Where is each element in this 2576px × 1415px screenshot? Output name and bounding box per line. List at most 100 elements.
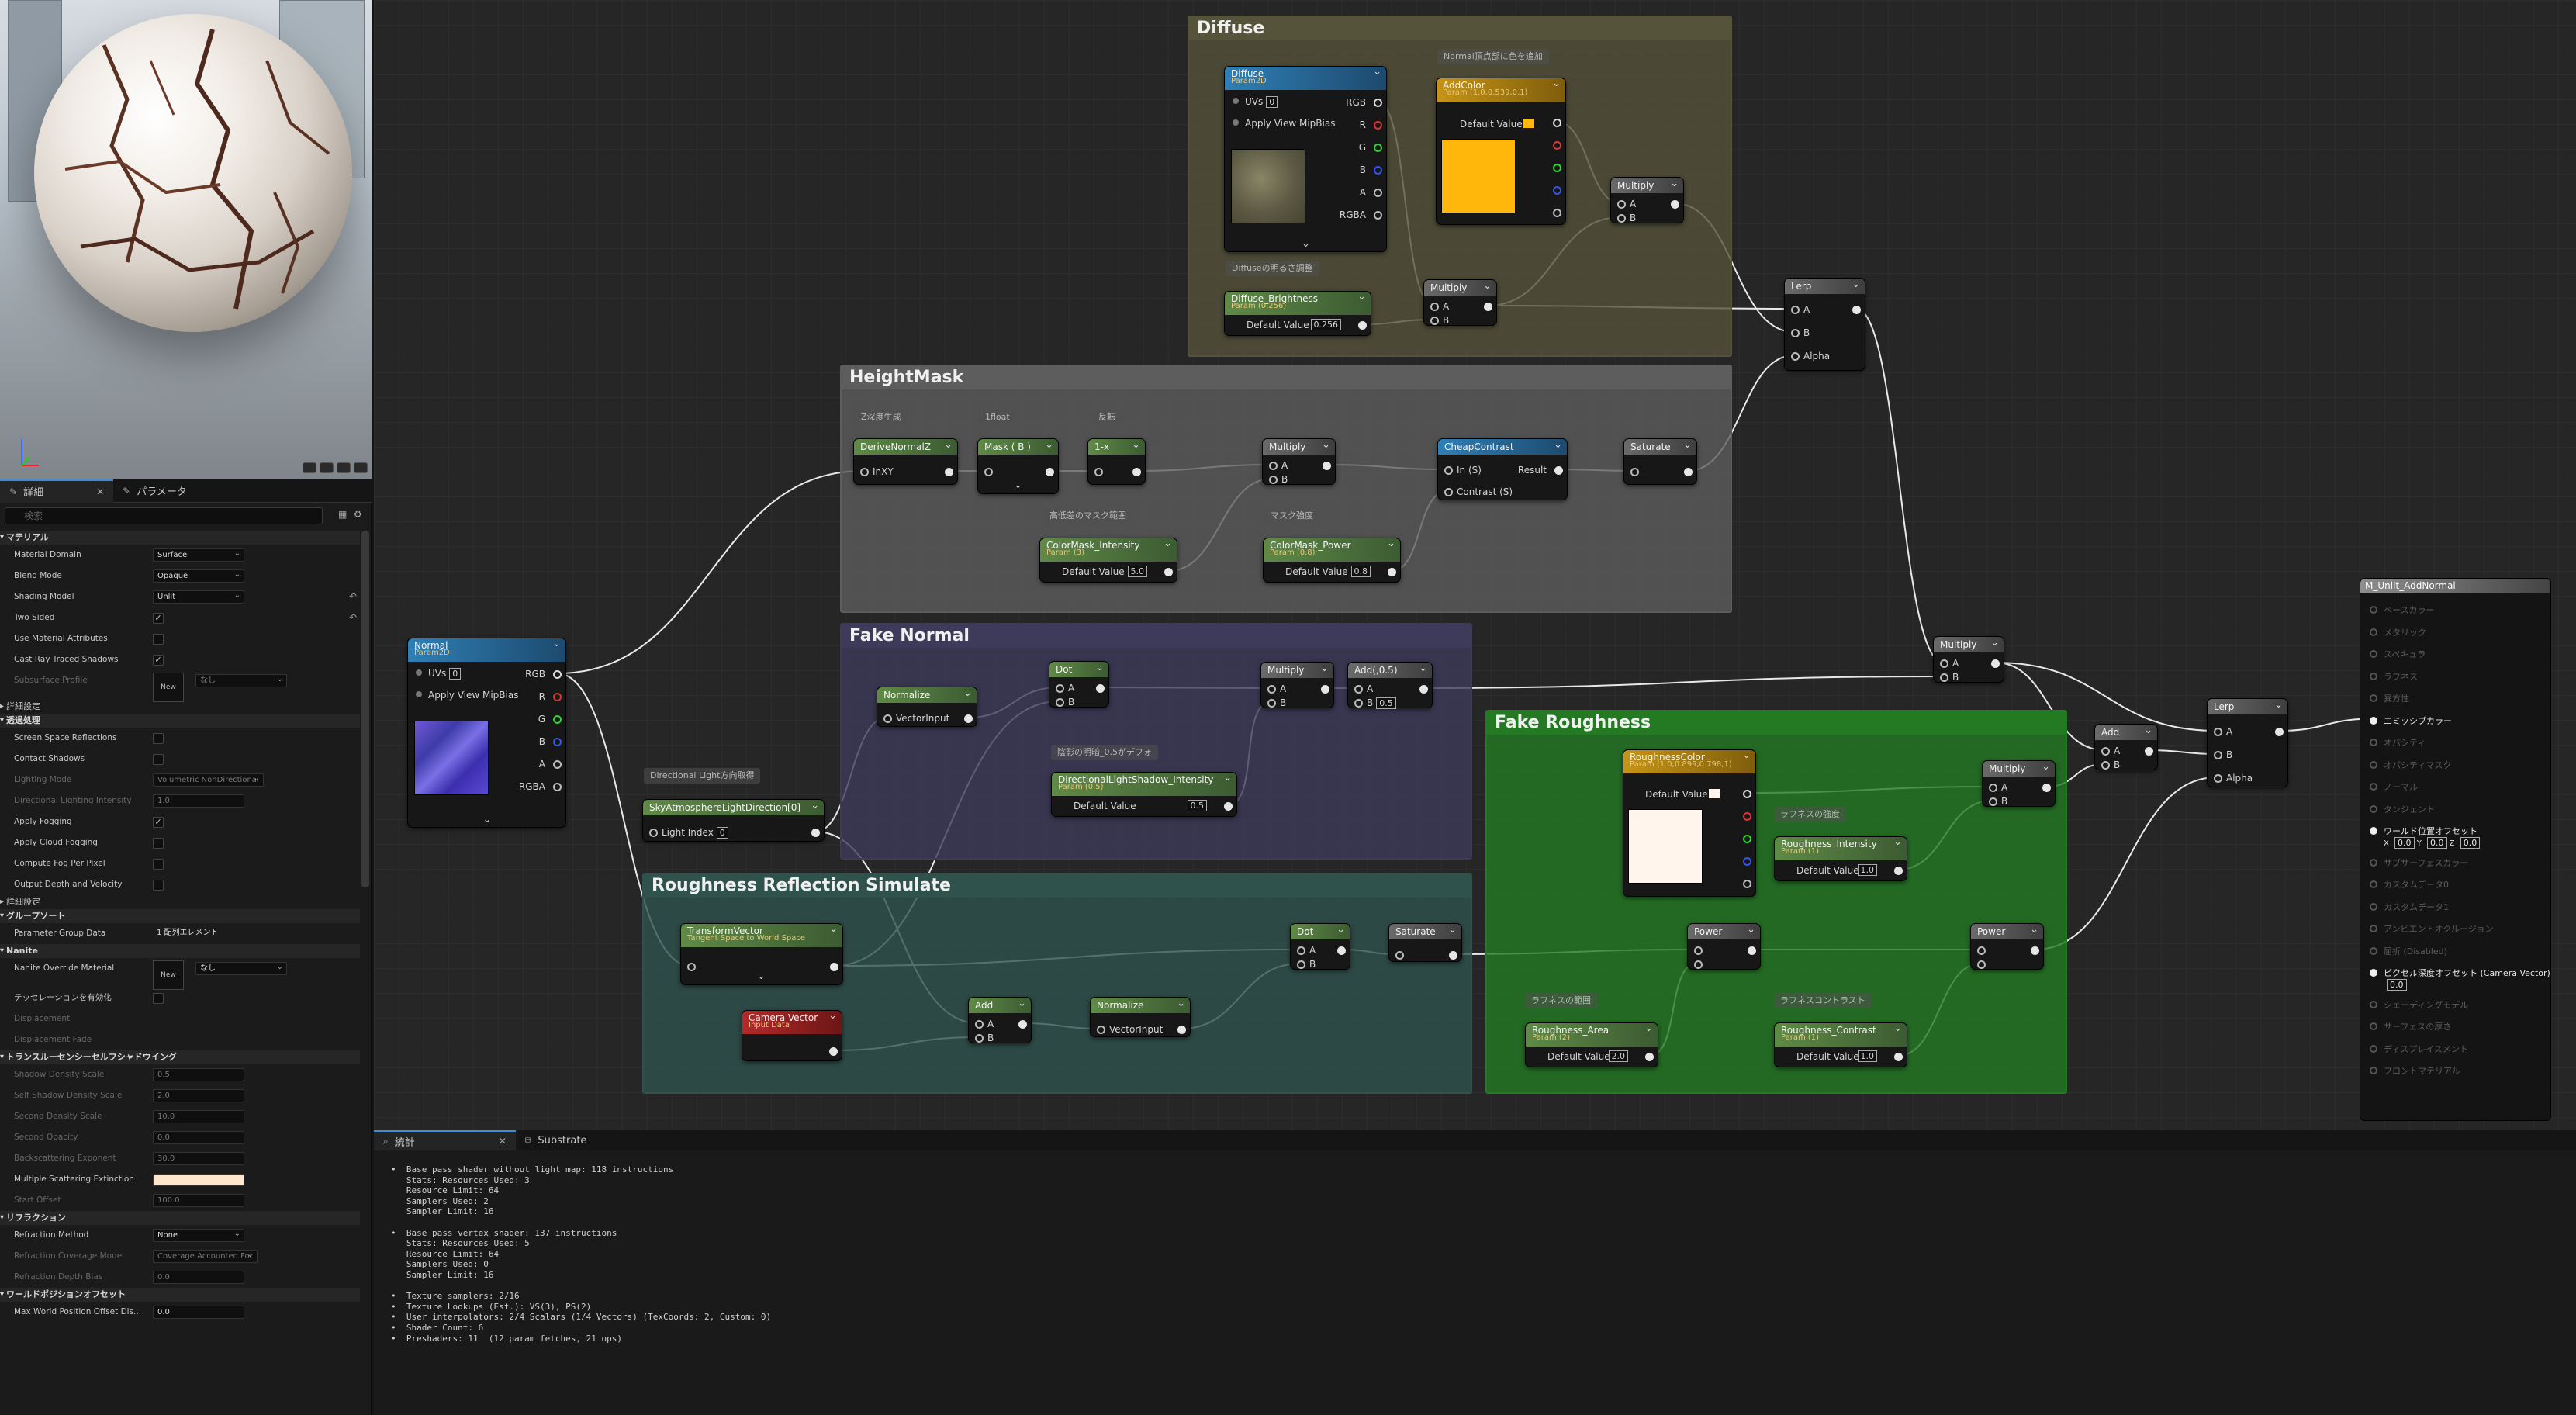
node-colormask_power[interactable]: ColorMask_PowerParam (0.8) Default Value0…	[1263, 537, 1401, 583]
node-roughness_area[interactable]: Roughness_AreaParam (2) Default Value2.0	[1525, 1022, 1658, 1067]
comment-fakenormal[interactable]: Fake Normal	[840, 623, 1472, 860]
default-value-field[interactable]: 5.0	[1127, 566, 1147, 577]
input-pin[interactable]	[860, 468, 869, 476]
comment-note[interactable]: Diffuseの明るさ調整	[1226, 261, 1319, 276]
output-pin[interactable]	[945, 468, 953, 476]
tab-details[interactable]: ✎ 詳細 ✕	[0, 479, 114, 503]
node-derivenormalz[interactable]: DeriveNormalZ InXY	[853, 438, 958, 485]
input-pin[interactable]	[1617, 200, 1626, 209]
node-multiply_d[interactable]: Multiply AB	[1260, 661, 1334, 708]
output-pin[interactable]	[1743, 857, 1751, 866]
asset-thumbnail[interactable]: New	[153, 960, 184, 990]
node-header[interactable]: Roughness_Area Param (2)	[1526, 1022, 1658, 1047]
input-pin[interactable]	[1940, 673, 1948, 682]
asset-picker[interactable]: なし	[195, 673, 287, 687]
output-pin[interactable]	[1374, 211, 1382, 220]
node-header[interactable]: Normalize	[1091, 996, 1190, 1013]
input-pin[interactable]	[2370, 925, 2377, 932]
node-roughness_intensity[interactable]: Roughness_IntensityParam (1) Default Valu…	[1774, 836, 1907, 881]
input-pin[interactable]	[2370, 760, 2377, 769]
color-swatch[interactable]	[153, 1174, 244, 1186]
tab-parameters[interactable]: ✎ パラメータ	[113, 479, 196, 503]
comment-note[interactable]: マスク強度	[1264, 508, 1319, 524]
output-pin[interactable]	[1337, 946, 1346, 955]
output-pin[interactable]	[2275, 728, 2284, 736]
output-pin[interactable]	[553, 693, 562, 701]
output-pin[interactable]	[553, 760, 562, 769]
node-add_b[interactable]: Add AB	[968, 996, 1032, 1043]
output-pin-row[interactable]: ワールド位置オフセット	[2370, 825, 2477, 837]
output-pin[interactable]	[1743, 790, 1751, 798]
asset-picker[interactable]: なし	[195, 961, 287, 975]
input-pin[interactable]	[1094, 468, 1103, 476]
input-pin[interactable]	[1430, 317, 1439, 325]
output-pin-row[interactable]: エミッシブカラー	[2370, 714, 2452, 727]
node-graph[interactable]: Diffuse HeightMask Fake Normal Roughness Re…	[374, 0, 2576, 1130]
node-header[interactable]: Power	[1971, 922, 2043, 939]
input-pin[interactable]	[649, 829, 658, 837]
comment-note[interactable]: ラフネスの強度	[1774, 807, 1846, 822]
node-header[interactable]: Multiply	[1263, 438, 1335, 455]
input-pin[interactable]	[2370, 716, 2377, 725]
output-pin[interactable]	[1743, 880, 1751, 888]
property-checkbox[interactable]	[153, 634, 164, 645]
node-header[interactable]: ColorMask_Intensity Param (3)	[1040, 537, 1177, 562]
input-pin[interactable]	[1430, 303, 1439, 311]
input-pin[interactable]	[2370, 969, 2377, 977]
output-pin[interactable]	[1388, 568, 1396, 576]
input-pin[interactable]	[975, 1020, 984, 1029]
input-pin[interactable]	[2370, 606, 2377, 614]
default-value-field[interactable]: 2.0	[1608, 1050, 1628, 1062]
section-header[interactable]: 透過処理	[0, 714, 360, 728]
input-pin[interactable]	[1630, 468, 1639, 476]
property-value[interactable]: 2.0	[153, 1089, 244, 1102]
input-pin[interactable]	[2370, 1067, 2377, 1074]
input-pin[interactable]	[2370, 946, 2377, 955]
default-value-field[interactable]: 0.256	[1310, 319, 1341, 330]
grid-view-icon[interactable]: ▦	[338, 509, 347, 520]
input-pin[interactable]	[1233, 119, 1239, 126]
input-pin[interactable]	[2370, 827, 2377, 835]
output-pin[interactable]	[1046, 468, 1054, 476]
input-pin[interactable]	[2370, 804, 2377, 813]
default-value-field[interactable]: 0.5	[1187, 800, 1207, 811]
input-pin[interactable]	[1267, 699, 1276, 708]
output-pin[interactable]	[1374, 99, 1382, 107]
reset-icon[interactable]: ↶	[349, 607, 357, 628]
output-pin[interactable]	[1553, 119, 1561, 127]
input-pin[interactable]	[1097, 1026, 1105, 1034]
input-pin[interactable]	[416, 669, 422, 676]
output-pin[interactable]	[1177, 1026, 1186, 1034]
node-dot_a[interactable]: Dot AB	[1049, 660, 1109, 708]
input-pin[interactable]	[1977, 960, 1986, 969]
node-header[interactable]: Normal Param2D	[408, 637, 565, 662]
output-pin[interactable]	[964, 714, 973, 723]
property-value[interactable]: Volumetric NonDirectional	[153, 773, 264, 787]
input-pin[interactable]	[1989, 797, 1997, 806]
output-pin[interactable]	[1743, 812, 1751, 821]
output-pin[interactable]	[1553, 164, 1561, 172]
preview-viewport[interactable]	[0, 0, 372, 479]
node-normalize_b[interactable]: Normalize VectorInput	[1090, 996, 1191, 1037]
comment-note[interactable]: 1float	[979, 410, 1016, 425]
output-pin[interactable]	[1321, 685, 1329, 694]
input-pin[interactable]	[687, 963, 696, 971]
output-pin[interactable]	[1096, 684, 1105, 693]
node-add_05[interactable]: Add(,0.5) A B0.5	[1347, 661, 1433, 709]
node-transformvector[interactable]: TransformVector Tangent Space to World Sp…	[680, 922, 843, 985]
input-pin[interactable]	[1791, 306, 1800, 314]
node-header[interactable]: Lerp	[1785, 277, 1865, 294]
input-pin[interactable]	[1940, 659, 1948, 668]
output-pin[interactable]	[1374, 189, 1382, 197]
input-pin[interactable]	[2214, 728, 2222, 736]
node-header[interactable]: AddColor Param (1.0,0.539,0.1)	[1437, 77, 1565, 102]
section-header[interactable]: 詳細設定	[0, 895, 360, 909]
output-pin[interactable]	[811, 829, 820, 837]
input-pin[interactable]	[883, 714, 892, 723]
property-value[interactable]: Surface	[153, 548, 244, 562]
output-pin[interactable]	[1449, 951, 1457, 960]
node-addcolor[interactable]: AddColorParam (1.0,0.539,0.1) Default Val…	[1436, 77, 1566, 225]
output-pin[interactable]	[2031, 946, 2039, 955]
comment-note[interactable]: ラフネスの範囲	[1525, 993, 1597, 1008]
wire[interactable]	[2278, 718, 2374, 732]
